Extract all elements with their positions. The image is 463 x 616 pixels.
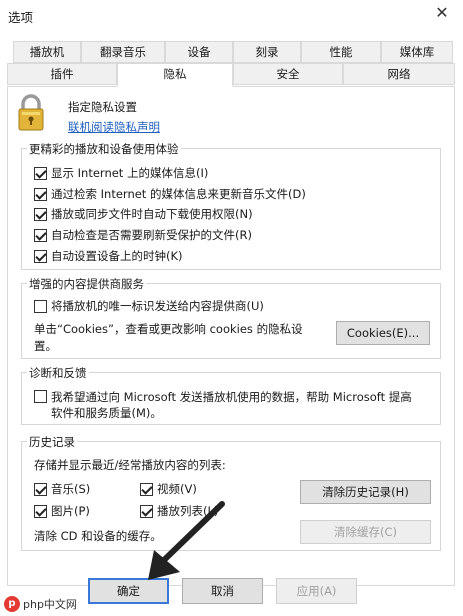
tab-security[interactable]: 安全 [233, 63, 343, 85]
content-provider-legend: 增强的内容提供商服务 [27, 276, 146, 292]
experience-legend: 更精彩的播放和设备使用体验 [27, 141, 181, 157]
checkbox-box[interactable] [34, 249, 47, 263]
checkbox-box[interactable] [34, 299, 47, 313]
history-legend: 历史记录 [27, 434, 77, 450]
lock-icon [18, 94, 44, 131]
tab-performance[interactable]: 性能 [301, 41, 381, 63]
watermark-logo: p php中文网 [4, 596, 77, 612]
checkbox-box[interactable] [34, 207, 47, 221]
checkbox-label: 视频(V) [157, 482, 197, 496]
checkbox-label: 音乐(S) [51, 482, 91, 496]
history-description: 存储并显示最近/经常播放内容的列表: [34, 458, 226, 472]
tab-network[interactable]: 网络 [343, 63, 455, 85]
show-media-info-checkbox[interactable]: 显示 Internet 上的媒体信息(I) [34, 165, 208, 181]
send-usage-data-line1: 我希望通过向 Microsoft 发送播放机使用的数据，帮助 Microsoft… [51, 390, 412, 404]
refresh-protected-checkbox[interactable]: 自动检查是否需要刷新受保护的文件(R) [34, 227, 252, 243]
privacy-statement-link[interactable]: 联机阅读隐私声明 [68, 119, 160, 135]
send-usage-data-line2: 软件和服务质量(M)。 [51, 406, 162, 420]
history-music-checkbox[interactable]: 音乐(S) [34, 481, 90, 497]
tab-library[interactable]: 媒体库 [381, 41, 453, 63]
history-video-checkbox[interactable]: 视频(V) [140, 481, 197, 497]
update-music-files-checkbox[interactable]: 通过检索 Internet 的媒体信息来更新音乐文件(D) [34, 186, 306, 202]
tab-privacy[interactable]: 隐私 [117, 63, 233, 87]
tab-player[interactable]: 播放机 [13, 41, 81, 63]
checkbox-box[interactable] [34, 228, 47, 242]
checkbox-label: 将播放机的唯一标识发送给内容提供商(U) [51, 299, 264, 313]
checkbox-box[interactable] [34, 166, 47, 180]
clear-history-button[interactable]: 清除历史记录(H) [300, 480, 431, 504]
tab-devices[interactable]: 设备 [165, 41, 233, 63]
checkbox-label: 播放或同步文件时自动下载使用权限(N) [51, 207, 253, 221]
checkbox-box[interactable] [34, 482, 47, 496]
set-device-clock-checkbox[interactable]: 自动设置设备上的时钟(K) [34, 248, 183, 264]
checkbox-label: 图片(P) [51, 504, 90, 518]
checkbox-box[interactable] [34, 504, 47, 518]
cookies-note-line1: 单击“Cookies”，查看或更改影响 cookies 的隐私设 [34, 322, 303, 336]
title-bar: 选项 ✕ [0, 0, 463, 30]
diagnostics-legend: 诊断和反馈 [27, 365, 89, 381]
privacy-heading: 指定隐私设置 [68, 100, 137, 114]
tab-rip-music[interactable]: 翻录音乐 [81, 41, 165, 63]
checkbox-box[interactable] [140, 482, 153, 496]
clear-cache-button[interactable]: 清除缓存(C) [300, 520, 431, 544]
checkbox-label: 显示 Internet 上的媒体信息(I) [51, 166, 209, 180]
tab-burn[interactable]: 刻录 [233, 41, 301, 63]
checkbox-box[interactable] [34, 187, 47, 201]
window-title: 选项 [8, 10, 34, 25]
watermark-brand: php中文网 [23, 598, 77, 611]
send-unique-id-checkbox[interactable]: 将播放机的唯一标识发送给内容提供商(U) [34, 298, 264, 314]
cookies-button[interactable]: Cookies(E)... [336, 321, 430, 345]
php-logo-icon: p [4, 596, 20, 612]
checkbox-label: 通过检索 Internet 的媒体信息来更新音乐文件(D) [51, 187, 306, 201]
checkbox-label: 自动设置设备上的时钟(K) [51, 249, 183, 263]
annotation-arrow-icon [148, 501, 225, 580]
send-usage-data-checkbox[interactable] [34, 390, 47, 403]
checkbox-label: 自动检查是否需要刷新受保护的文件(R) [51, 228, 252, 242]
apply-button[interactable]: 应用(A) [276, 578, 357, 604]
cookies-note-line2: 置。 [34, 339, 57, 353]
tab-plugins[interactable]: 插件 [7, 63, 117, 85]
download-rights-checkbox[interactable]: 播放或同步文件时自动下载使用权限(N) [34, 206, 253, 222]
close-icon[interactable]: ✕ [433, 4, 451, 22]
history-pictures-checkbox[interactable]: 图片(P) [34, 503, 90, 519]
